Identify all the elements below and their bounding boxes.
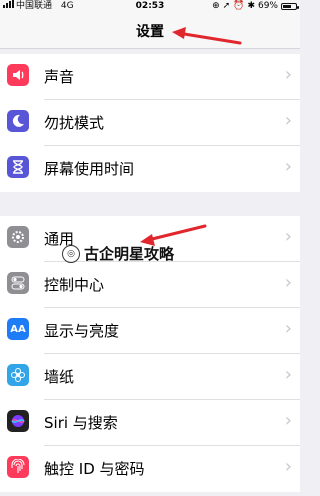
chevron-right-icon: › <box>284 156 292 177</box>
chevron-right-icon: › <box>284 364 292 385</box>
settings-row-do-not-disturb[interactable]: 勿扰模式 › <box>0 100 300 146</box>
settings-row-label: 屏幕使用时间 <box>44 160 135 178</box>
status-bar: 中国联通 4G 02:53 ⊕ ➚ ⏰ ✱ 69% <box>0 0 300 12</box>
settings-row-label: 控制中心 <box>44 276 105 294</box>
settings-row-wallpaper[interactable]: 墙纸 › <box>0 354 300 400</box>
location-icon: ➚ <box>222 1 231 11</box>
settings-row-label: Siri 与搜索 <box>44 414 118 432</box>
chevron-right-icon: › <box>284 456 292 477</box>
watermark-text: 古企明星攻略 <box>84 245 175 263</box>
chevron-right-icon: › <box>284 226 292 247</box>
page-title: 设置 <box>136 24 164 40</box>
settings-row-sounds[interactable]: 声音 › <box>0 54 300 100</box>
alarm-icon: ⏰ <box>233 1 245 11</box>
status-right: ⊕ ➚ ⏰ ✱ 69% <box>212 0 299 12</box>
fingerprint-icon <box>7 456 29 478</box>
settings-row-label: 触控 ID 与密码 <box>44 460 145 478</box>
settings-row-label: 勿扰模式 <box>44 114 105 132</box>
bluetooth-icon: ✱ <box>247 1 255 11</box>
moon-icon <box>7 110 29 132</box>
settings-row-display-brightness[interactable]: AA 显示与亮度 › <box>0 308 300 354</box>
chevron-right-icon: › <box>284 410 292 431</box>
settings-row-label: 墙纸 <box>44 368 75 386</box>
chevron-right-icon: › <box>284 272 292 293</box>
gear-icon <box>7 226 29 248</box>
settings-row-touch-id[interactable]: 触控 ID 与密码 › <box>0 446 300 492</box>
chevron-right-icon: › <box>284 64 292 85</box>
settings-group-1: 声音 › 勿扰模式 › 屏幕使用时间 › <box>0 54 300 192</box>
flower-icon <box>7 364 29 386</box>
hourglass-icon <box>7 156 29 178</box>
text-size-icon: AA <box>7 318 29 340</box>
settings-row-label: 声音 <box>44 68 75 86</box>
settings-row-siri-search[interactable]: Siri 与搜索 › <box>0 400 300 446</box>
watermark: ◎ 古企明星攻略 <box>62 243 174 264</box>
navigation-bar: 设置 <box>0 12 300 49</box>
settings-row-screen-time[interactable]: 屏幕使用时间 › <box>0 146 300 192</box>
siri-icon <box>7 410 29 432</box>
chevron-right-icon: › <box>284 318 292 339</box>
chevron-right-icon: › <box>284 110 292 131</box>
settings-row-control-center[interactable]: 控制中心 › <box>0 262 300 308</box>
lock-rotation-icon: ⊕ <box>212 1 220 11</box>
battery-icon <box>281 2 299 10</box>
speaker-icon <box>7 64 29 86</box>
watermark-logo-icon: ◎ <box>62 244 80 263</box>
toggles-icon <box>7 272 29 294</box>
battery-percent: 69% <box>257 1 278 11</box>
settings-row-label: 显示与亮度 <box>44 322 120 340</box>
